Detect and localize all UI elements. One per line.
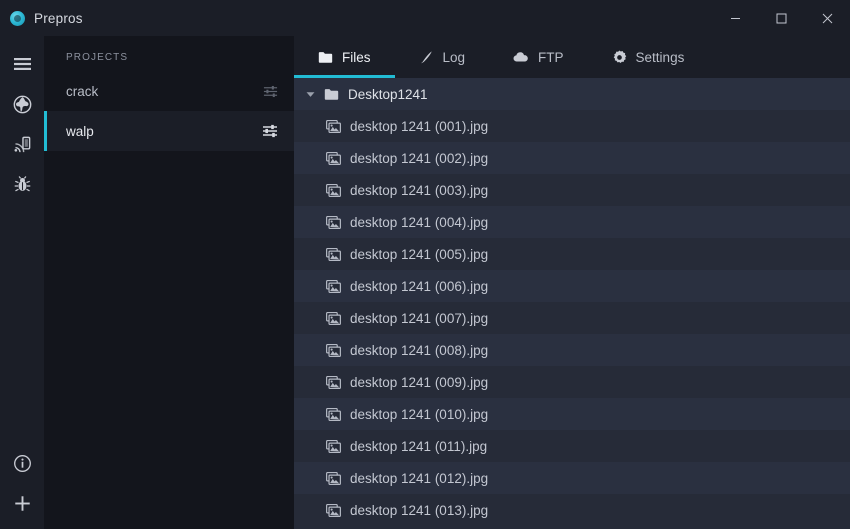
file-row[interactable]: desktop 1241 (005).jpg [294,238,850,270]
maximize-button[interactable] [758,0,804,36]
file-row[interactable]: desktop 1241 (013).jpg [294,494,850,526]
project-item-label: crack [66,83,99,99]
file-row-label: desktop 1241 (010).jpg [350,406,489,422]
prepros-window: Prepros PROJECTS crack walp Files Log FT… [0,0,850,529]
file-row-label: desktop 1241 (008).jpg [350,342,489,358]
title-bar-left: Prepros [0,10,83,26]
file-row[interactable]: desktop 1241 (003).jpg [294,174,850,206]
file-row-label: desktop 1241 (005).jpg [350,246,489,262]
file-row[interactable]: desktop 1241 (009).jpg [294,366,850,398]
folder-icon [324,88,339,101]
tab-label: FTP [538,49,564,65]
file-row[interactable]: desktop 1241 (007).jpg [294,302,850,334]
hamburger-menu-icon[interactable] [0,44,44,84]
file-row[interactable]: desktop 1241 (004).jpg [294,206,850,238]
icon-rail [0,36,44,529]
project-item-crack[interactable]: crack [44,71,294,111]
tab-label: Log [442,49,466,65]
file-row-label: desktop 1241 (011).jpg [350,438,488,454]
image-file-icon [326,311,341,325]
sliders-icon[interactable] [262,123,278,139]
file-row[interactable]: desktop 1241 (010).jpg [294,398,850,430]
prepros-logo-icon [10,10,25,26]
image-file-icon [326,471,341,485]
image-file-icon [326,439,341,453]
tab-files[interactable]: Files [294,36,395,78]
file-row-label: desktop 1241 (003).jpg [350,182,489,198]
projects-panel: PROJECTS crack walp [44,36,294,529]
image-file-icon [326,343,341,357]
globe-icon[interactable] [0,84,44,124]
window-controls [712,0,850,36]
tab-label: Settings [635,49,685,65]
file-row-label: desktop 1241 (007).jpg [350,310,489,326]
file-row-label: desktop 1241 (001).jpg [350,118,489,134]
file-row[interactable]: desktop 1241 (002).jpg [294,142,850,174]
image-file-icon [326,503,341,517]
app-title: Prepros [34,10,83,26]
image-file-icon [326,407,341,421]
sliders-icon[interactable] [263,84,278,99]
mobile-device-icon[interactable] [0,124,44,164]
folder-icon [318,51,333,64]
projects-header: PROJECTS [66,52,129,63]
info-circle-icon[interactable] [0,443,44,483]
project-item-walp[interactable]: walp [44,111,294,151]
image-file-icon [326,119,341,133]
image-file-icon [326,215,341,229]
tab-bar: Files Log FTP Settings [294,36,850,78]
file-row[interactable]: desktop 1241 (001).jpg [294,110,850,142]
plus-icon[interactable] [0,483,44,523]
window-body: PROJECTS crack walp Files Log FTP Settin… [0,36,850,529]
file-row[interactable]: desktop 1241 (008).jpg [294,334,850,366]
gear-icon [612,49,627,65]
image-file-icon [326,279,341,293]
tab-ftp[interactable]: FTP [489,36,588,78]
file-row-label: desktop 1241 (006).jpg [350,278,489,294]
cloud-icon [513,51,529,63]
tab-label: Files [342,49,371,65]
file-list: Desktop1241 desktop 1241 (001).jpg deskt… [294,78,850,529]
file-rows: desktop 1241 (001).jpg desktop 1241 (002… [294,110,850,526]
tab-settings[interactable]: Settings [588,36,709,78]
tab-log[interactable]: Log [395,36,490,78]
pen-icon [419,50,434,65]
file-row[interactable]: desktop 1241 (006).jpg [294,270,850,302]
file-row[interactable]: desktop 1241 (011).jpg [294,430,850,462]
file-row-label: desktop 1241 (004).jpg [350,214,489,230]
main-panel: Files Log FTP Settings Desktop1241 deskt… [294,36,850,529]
close-button[interactable] [804,0,850,36]
minimize-button[interactable] [712,0,758,36]
image-file-icon [326,183,341,197]
image-file-icon [326,247,341,261]
file-row-label: desktop 1241 (002).jpg [350,150,489,166]
image-file-icon [326,375,341,389]
project-item-label: walp [66,123,94,139]
bug-icon[interactable] [0,164,44,204]
file-row-label: desktop 1241 (009).jpg [350,374,489,390]
title-bar: Prepros [0,0,850,36]
file-row-label: desktop 1241 (012).jpg [350,470,489,486]
image-file-icon [326,151,341,165]
folder-row-desktop1241[interactable]: Desktop1241 [294,78,850,110]
file-row-label: desktop 1241 (013).jpg [350,502,489,518]
chevron-down-icon[interactable] [306,91,315,98]
file-row[interactable]: desktop 1241 (012).jpg [294,462,850,494]
folder-label: Desktop1241 [348,86,428,102]
